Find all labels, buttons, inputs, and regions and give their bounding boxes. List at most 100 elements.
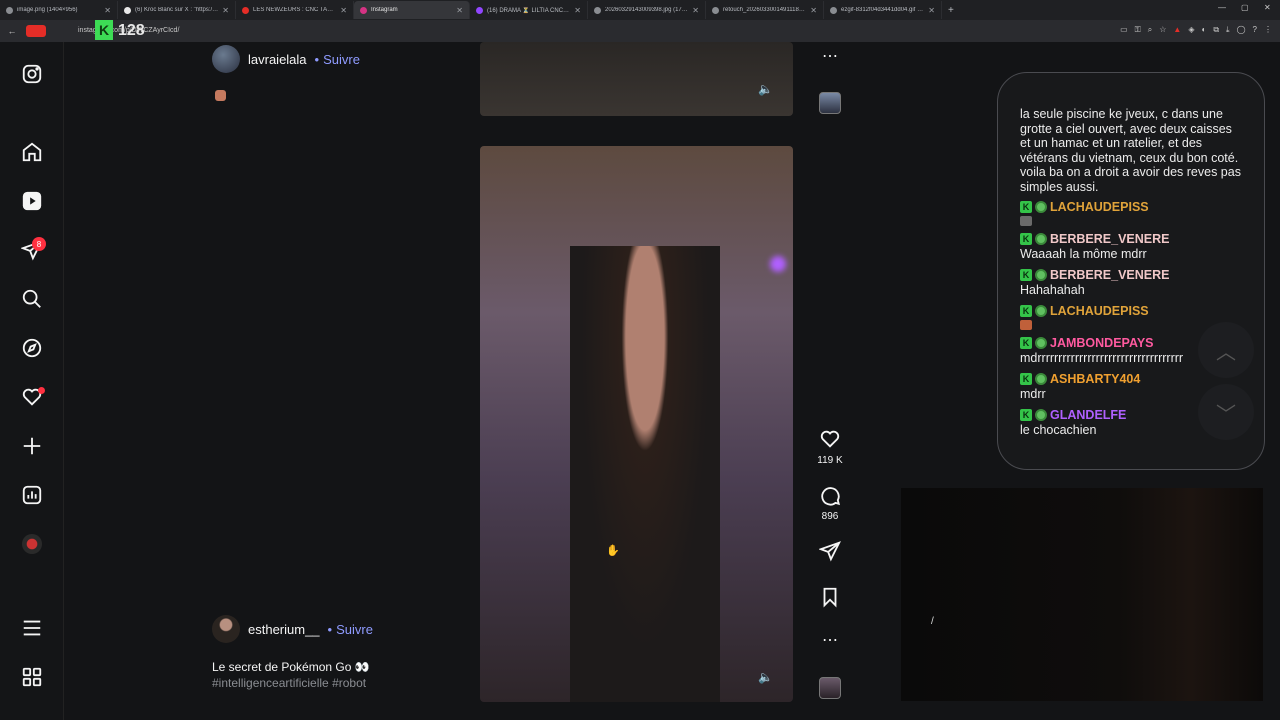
follow-dot: • bbox=[314, 51, 320, 67]
close-tab-icon[interactable]: ✕ bbox=[222, 6, 229, 15]
post-username[interactable]: estherium__ bbox=[248, 622, 320, 637]
close-tab-icon[interactable]: ✕ bbox=[456, 6, 463, 15]
caption-hashtags[interactable]: #intelligenceartificielle #robot bbox=[212, 675, 370, 691]
audio-thumbnail[interactable] bbox=[819, 677, 841, 699]
close-tab-icon[interactable]: ✕ bbox=[574, 6, 581, 15]
close-tab-icon[interactable]: ✕ bbox=[340, 6, 347, 15]
tab-label: retouch_2026033001491118.jp... bbox=[723, 7, 807, 13]
post-header: lavraielala • Suivre bbox=[212, 45, 360, 73]
close-tab-icon[interactable]: ✕ bbox=[928, 6, 935, 15]
browser-tab[interactable]: 20260329143009398.jpg (1736... ✕ bbox=[588, 1, 706, 19]
follow-button[interactable]: Suivre bbox=[323, 52, 360, 67]
save-bookmark-icon[interactable] bbox=[817, 586, 843, 614]
explore-icon[interactable] bbox=[20, 336, 44, 360]
tab-favicon-icon bbox=[476, 6, 483, 14]
address-bar-row: ← bbox=[0, 20, 1280, 42]
reel-video[interactable]: 🔈 bbox=[480, 42, 793, 116]
comment-icon[interactable] bbox=[817, 485, 843, 513]
like-heart-icon[interactable] bbox=[817, 428, 843, 456]
chat-message-text: la seule piscine ke jveux, c dans une gr… bbox=[1020, 107, 1241, 194]
comment-count: 896 bbox=[821, 511, 839, 522]
caption-text: Le secret de Pokémon Go 👀 bbox=[212, 660, 370, 674]
reels-icon[interactable] bbox=[20, 189, 44, 213]
browser-tab[interactable]: (6) Kroc Blanc sur X : "https://... ✕ bbox=[118, 1, 236, 19]
search-icon[interactable] bbox=[20, 287, 44, 311]
more-options-icon[interactable]: ⋯ bbox=[817, 630, 843, 650]
home-icon[interactable] bbox=[20, 140, 44, 164]
password-icon[interactable]: ⚿ bbox=[1135, 25, 1141, 35]
avatar[interactable] bbox=[212, 45, 240, 73]
chat-username: GLANDELFE bbox=[1050, 408, 1127, 422]
post-header: estherium__ • Suivre bbox=[212, 615, 373, 643]
profile-icon[interactable]: ◯ bbox=[1237, 25, 1246, 35]
browser-tab[interactable]: image.png (1404×956) ✕ bbox=[0, 1, 118, 19]
close-tab-icon[interactable]: ✕ bbox=[810, 6, 817, 15]
reel-video[interactable]: 🔈 bbox=[480, 146, 793, 702]
browser-tab[interactable]: ezgif-8312f04d3441dd04.gif (2... ✕ bbox=[824, 1, 942, 19]
scroll-up-button[interactable]: ︿ bbox=[1198, 322, 1254, 378]
menu-dots-icon[interactable]: ⋮ bbox=[1264, 25, 1272, 35]
chat-emote-icon bbox=[1020, 320, 1032, 330]
profile-avatar-icon[interactable] bbox=[20, 532, 44, 556]
more-options-icon[interactable]: ⋯ bbox=[817, 46, 843, 66]
browser-tab[interactable]: (16) DRAMA ⏳ LILTIA CNCT!? ✕ bbox=[470, 1, 588, 19]
post-username[interactable]: lavraielala bbox=[248, 52, 307, 67]
close-window-icon[interactable]: ✕ bbox=[1264, 3, 1271, 12]
browser-tab[interactable]: LES NEWZEURS : CNC TALENT... ✕ bbox=[236, 1, 354, 19]
bookmark-star-icon[interactable]: ☆ bbox=[1159, 25, 1166, 35]
tab-label: (6) Kroc Blanc sur X : "https://... bbox=[135, 7, 219, 13]
chat-username: JAMBONDEPAYS bbox=[1050, 336, 1154, 350]
zoom-icon[interactable]: ⌕ bbox=[1148, 25, 1152, 35]
sub-badge-icon bbox=[1035, 409, 1047, 421]
chat-username: LACHAUDEPISS bbox=[1050, 304, 1149, 318]
follow-dot: • bbox=[327, 621, 333, 637]
browser-tab-active[interactable]: Instagram ✕ bbox=[354, 1, 470, 19]
close-tab-icon[interactable]: ✕ bbox=[104, 6, 111, 15]
audio-thumbnail[interactable] bbox=[819, 92, 841, 114]
cast-icon[interactable]: ▭ bbox=[1120, 25, 1128, 35]
share-icon[interactable] bbox=[817, 540, 843, 568]
new-tab-button[interactable]: + bbox=[942, 5, 960, 16]
speaker-icon[interactable]: 🔈 bbox=[758, 82, 773, 96]
close-tab-icon[interactable]: ✕ bbox=[692, 6, 699, 15]
tab-favicon-icon bbox=[830, 6, 837, 14]
create-plus-icon[interactable] bbox=[20, 434, 44, 458]
help-icon[interactable]: ? bbox=[1253, 25, 1257, 35]
browser-tab[interactable]: retouch_2026033001491118.jp... ✕ bbox=[706, 1, 824, 19]
tab-favicon-icon bbox=[712, 6, 719, 14]
speaker-icon[interactable]: 🔈 bbox=[758, 670, 773, 684]
tab-label: (16) DRAMA ⏳ LILTIA CNCT!? bbox=[487, 7, 571, 14]
maximize-icon[interactable]: ▢ bbox=[1241, 3, 1249, 12]
back-icon[interactable]: ← bbox=[4, 26, 20, 36]
like-count: 119 K bbox=[817, 455, 843, 466]
dashboard-icon[interactable] bbox=[20, 483, 44, 507]
puzzle-icon[interactable]: ⧉ bbox=[1213, 25, 1219, 35]
chat-username: LACHAUDEPISS bbox=[1050, 200, 1149, 214]
extension-icon[interactable]: ◐ bbox=[1201, 25, 1206, 35]
minimize-icon[interactable]: — bbox=[1218, 3, 1226, 12]
chat-text: Hahahahah bbox=[1020, 283, 1085, 297]
extension-icon[interactable]: ▲ bbox=[1173, 25, 1181, 35]
chat-username: BERBERE_VENERE bbox=[1050, 268, 1170, 282]
instagram-sidebar: 8 bbox=[0, 42, 64, 720]
sub-badge-icon bbox=[1035, 233, 1047, 245]
kick-badge-icon: K bbox=[1020, 305, 1032, 317]
more-menu-icon[interactable] bbox=[20, 616, 44, 640]
instagram-logo-icon[interactable] bbox=[20, 62, 44, 86]
kick-badge-icon: K bbox=[1020, 233, 1032, 245]
tab-label: image.png (1404×956) bbox=[17, 7, 78, 13]
notification-dot bbox=[38, 387, 45, 394]
chat-message: K LACHAUDEPISS bbox=[1020, 200, 1264, 226]
sub-badge-icon bbox=[1035, 269, 1047, 281]
tab-label: Instagram bbox=[371, 7, 398, 13]
browser-toolbar-icons: ▭ ⚿ ⌕ ☆ ▲ ◈ ◐ ⧉ ⤓ ◯ ? ⋮ bbox=[1120, 25, 1272, 35]
tab-favicon-icon bbox=[6, 6, 13, 14]
follow-button[interactable]: Suivre bbox=[336, 622, 373, 637]
apps-grid-icon[interactable] bbox=[20, 665, 44, 689]
scroll-down-button[interactable]: ﹀ bbox=[1198, 384, 1254, 440]
mouse-cursor-icon: ✋ bbox=[606, 545, 620, 557]
download-icon[interactable]: ⤓ bbox=[1226, 25, 1230, 35]
extension-icon[interactable]: ◈ bbox=[1188, 25, 1194, 35]
chat-text: Waaaah la môme mdrr bbox=[1020, 247, 1147, 261]
avatar[interactable] bbox=[212, 615, 240, 643]
